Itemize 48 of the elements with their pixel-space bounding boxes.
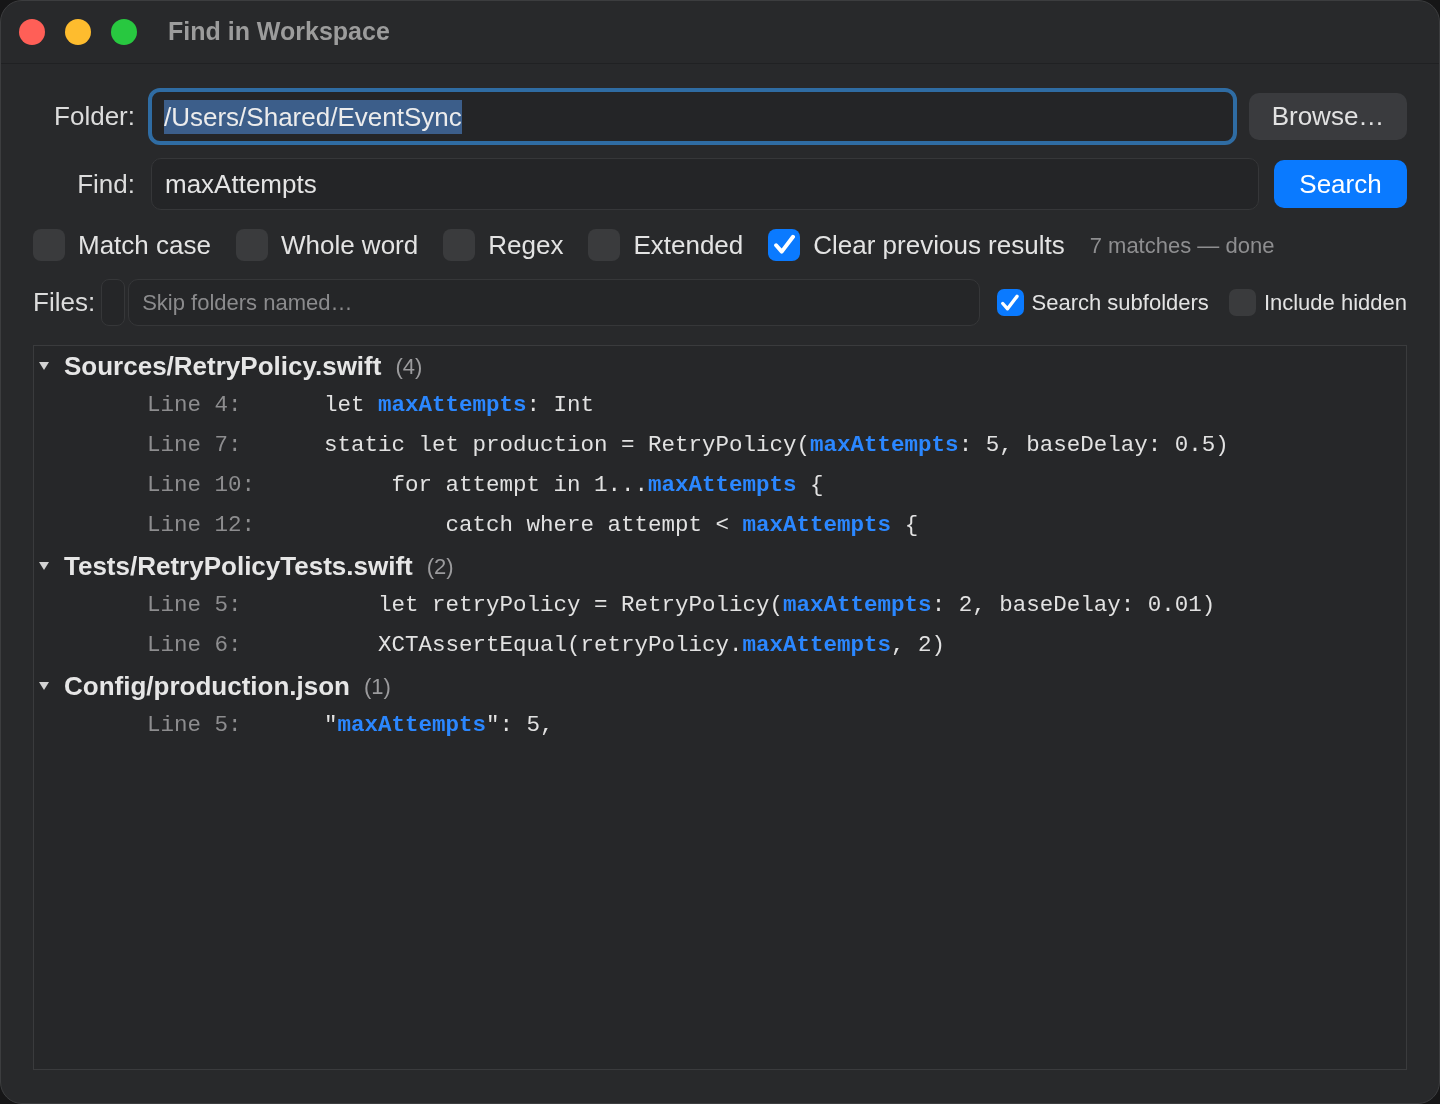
status-text: 7 matches — done — [1089, 231, 1275, 260]
line-number: Line 6: — [147, 631, 243, 661]
code-line: "maxAttempts": 5, — [324, 711, 554, 741]
file-name: Tests/RetryPolicyTests.swift — [64, 549, 413, 583]
field-label: Folder: — [53, 100, 135, 133]
field-label: Files: — [33, 286, 96, 319]
browse-button[interactable]: Browse… — [1249, 93, 1407, 140]
code-line: catch where attempt < maxAttempts { — [445, 511, 919, 541]
checkbox-label[interactable]: Match case — [78, 225, 211, 265]
disclosure-triangle-icon[interactable] — [39, 562, 49, 570]
match-count: (2) — [426, 552, 454, 581]
disclosure-triangle-icon[interactable] — [39, 362, 49, 370]
window-title: Find in Workspace — [168, 16, 390, 48]
checkbox-label[interactable]: Search subfolders — [1031, 286, 1209, 319]
line-number: Line 5: — [147, 711, 243, 741]
checkmark-icon — [1001, 293, 1019, 312]
disclosure-triangle-icon[interactable] — [39, 682, 49, 690]
checkbox-label[interactable]: Extended — [633, 225, 744, 265]
search-button[interactable]: Search — [1274, 160, 1407, 208]
line-number: Line 5: — [147, 591, 243, 621]
checkbox-label[interactable]: Whole word — [280, 225, 419, 265]
code-line: for attempt in 1...maxAttempts { — [391, 471, 824, 501]
line-number: Line 4: — [147, 391, 243, 421]
file-name: Config/production.json — [64, 669, 350, 703]
folder-field[interactable]: /Users/Shared/EventSync — [148, 88, 1237, 145]
close-icon[interactable] — [19, 19, 45, 45]
checkmark-icon — [773, 234, 795, 256]
code-line: let maxAttempts: Int — [324, 391, 595, 421]
line-number: Line 10: — [147, 471, 257, 501]
checkbox-label[interactable]: Regex — [488, 225, 564, 265]
checkbox[interactable] — [996, 289, 1024, 316]
line-number: Line 7: — [147, 431, 243, 461]
checkbox-label[interactable]: Clear previous results — [813, 225, 1065, 265]
code-line: let retryPolicy = RetryPolicy(maxAttempts: 2, baseDelay: 0.01) — [378, 591, 1216, 621]
code-line: static let production = RetryPolicy(maxAttempts: 5, baseDelay: 0.5) — [324, 431, 1229, 461]
match-count: (1) — [363, 672, 391, 701]
field-label: Find: — [76, 167, 135, 201]
folder-path-text: /Users/Shared/EventSync — [164, 99, 462, 134]
line-number: Line 12: — [147, 511, 257, 541]
match-count: (4) — [395, 352, 423, 381]
exclude-folders-field[interactable]: Skip folders named… — [128, 279, 980, 326]
file-name: Sources/RetryPolicy.swift — [64, 349, 382, 383]
find-field[interactable]: maxAttempts — [151, 158, 1259, 210]
minimize-icon[interactable] — [65, 19, 91, 45]
code-line: XCTAssertEqual(retryPolicy.maxAttempts, 2) — [378, 631, 946, 661]
zoom-icon[interactable] — [111, 19, 137, 45]
checkbox[interactable] — [768, 229, 801, 261]
checkbox-label[interactable]: Include hidden — [1263, 286, 1407, 319]
